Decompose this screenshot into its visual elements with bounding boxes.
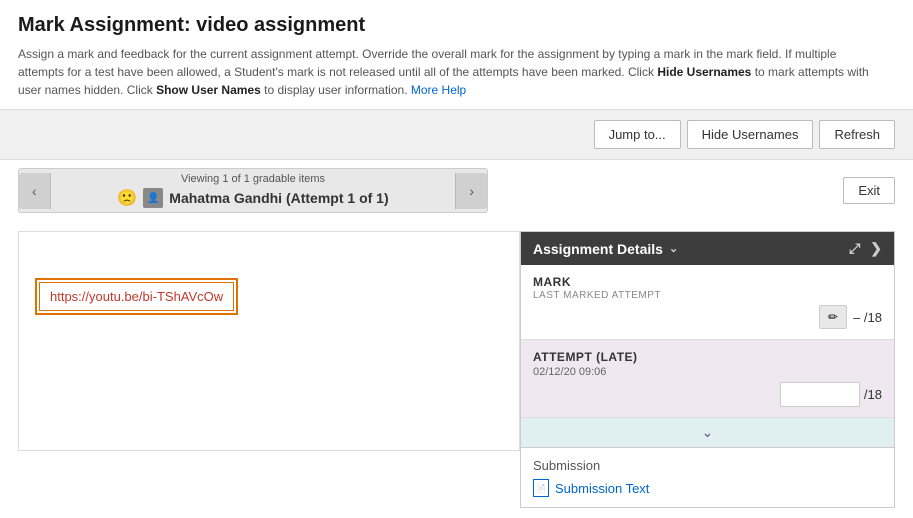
page-title: Mark Assignment: video assignment (18, 14, 895, 37)
student-name: Mahatma Gandhi (Attempt 1 of 1) (169, 190, 388, 206)
nav-viewing-text: Viewing 1 of 1 gradable items (181, 173, 325, 185)
header-section: Mark Assignment: video assignment Assign… (0, 0, 913, 109)
header-left: Assignment Details ⌄ (533, 241, 678, 257)
more-help-link[interactable]: More Help (411, 83, 466, 97)
page-wrapper: Mark Assignment: video assignment Assign… (0, 0, 913, 518)
mark-sub-label: LAST MARKED ATTEMPT (533, 290, 882, 301)
mark-row: ✏ – /18 (533, 305, 882, 329)
mark-label: MARK (533, 275, 882, 289)
hide-usernames-text: Hide Usernames (657, 65, 751, 79)
nav-bar: ‹ Viewing 1 of 1 gradable items 🙁 👤 Maha… (0, 160, 913, 221)
mark-value-area: ✏ – /18 (819, 305, 882, 329)
student-avatar: 👤 (143, 188, 163, 208)
left-panel: https://youtu.be/bi-TShAVcOw (18, 231, 520, 451)
assignment-details-label: Assignment Details (533, 241, 663, 257)
submission-section-label: Submission (533, 458, 882, 473)
assignment-details-header: Assignment Details ⌄ ⤢ ❯ (521, 232, 894, 265)
attempt-date: 02/12/20 09:06 (533, 366, 882, 378)
attempt-label: ATTEMPT (LATE) (533, 350, 882, 364)
toolbar: Jump to... Hide Usernames Refresh (0, 109, 913, 160)
mark-section: MARK LAST MARKED ATTEMPT ✏ – /18 (521, 265, 894, 340)
submission-video-link[interactable]: https://youtu.be/bi-TShAVcOw (39, 282, 234, 311)
nav-student: 🙁 👤 Mahatma Gandhi (Attempt 1 of 1) (117, 188, 388, 208)
mark-edit-button[interactable]: ✏ (819, 305, 847, 329)
header-right: ⤢ ❯ (849, 240, 882, 257)
assignment-details-panel: Assignment Details ⌄ ⤢ ❯ MARK LAST MARKE… (520, 231, 895, 508)
submission-text-label: Submission Text (555, 481, 649, 496)
next-icon[interactable]: ❯ (870, 240, 882, 257)
nav-controls: ‹ Viewing 1 of 1 gradable items 🙁 👤 Maha… (18, 168, 488, 213)
expand-icon[interactable]: ⤢ (849, 240, 860, 257)
document-icon: 📄 (533, 479, 549, 497)
refresh-button[interactable]: Refresh (819, 120, 895, 149)
chevron-row: ⌄ (521, 418, 894, 448)
nav-content: Viewing 1 of 1 gradable items 🙁 👤 Mahatm… (51, 169, 456, 212)
nav-prev-button[interactable]: ‹ (19, 173, 51, 209)
chevron-down-icon: ⌄ (669, 242, 678, 255)
attempt-max-score: /18 (864, 387, 882, 402)
submission-text-link[interactable]: 📄 Submission Text (533, 479, 882, 497)
attempt-input-area: /18 (780, 382, 882, 407)
submission-section: Submission 📄 Submission Text (521, 448, 894, 507)
attempt-score-input[interactable] (780, 382, 860, 407)
show-user-names-text: Show User Names (156, 83, 261, 97)
jump-to-button[interactable]: Jump to... (594, 120, 681, 149)
attempt-section: ATTEMPT (LATE) 02/12/20 09:06 /18 (521, 340, 894, 418)
mark-score: – /18 (853, 310, 882, 325)
page-description: Assign a mark and feedback for the curre… (18, 45, 878, 99)
collapse-chevron-icon[interactable]: ⌄ (702, 424, 714, 441)
hide-usernames-button[interactable]: Hide Usernames (687, 120, 814, 149)
attempt-row: /18 (533, 382, 882, 407)
exit-button[interactable]: Exit (843, 177, 895, 204)
main-content: https://youtu.be/bi-TShAVcOw Assignment … (0, 221, 913, 518)
smiley-icon: 🙁 (117, 188, 137, 208)
nav-next-button[interactable]: › (455, 173, 487, 209)
